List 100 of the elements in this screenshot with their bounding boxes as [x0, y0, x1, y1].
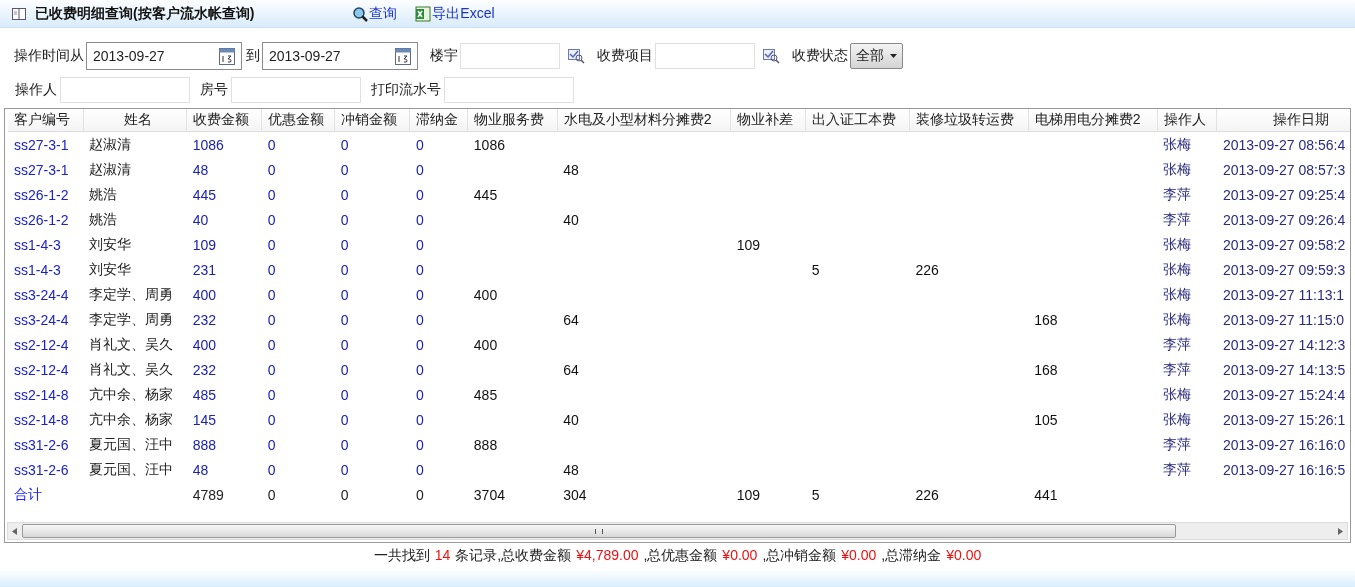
table-cell: 0 — [415, 186, 424, 203]
table-cell: 张梅 — [1163, 410, 1192, 427]
column-header[interactable]: 冲销金额 — [334, 109, 410, 132]
table-cell: 0 — [415, 261, 424, 278]
table-cell: 0 — [415, 236, 424, 253]
table-cell: 2013-09-27 15:26:1 — [1222, 411, 1346, 428]
table-cell: 0 — [267, 286, 276, 303]
table-cell: 张梅 — [1163, 135, 1192, 152]
table-cell: 0 — [340, 286, 349, 303]
customer-id-link[interactable]: ss31-2-6 — [14, 461, 69, 478]
column-header[interactable]: 操作人 — [1157, 109, 1217, 132]
date-field[interactable]: 2013-09-27 — [262, 42, 418, 70]
customer-id-link[interactable]: ss27-3-1 — [14, 136, 69, 153]
input-field[interactable] — [60, 77, 190, 103]
table-cell: 2013-09-27 09:59:3 — [1222, 261, 1346, 278]
customer-id-link[interactable]: ss2-12-4 — [14, 336, 69, 353]
column-header[interactable]: 物业服务费 — [467, 109, 558, 132]
table-cell: 0 — [415, 436, 424, 453]
table-cell: 232 — [192, 311, 216, 328]
input-field[interactable] — [460, 43, 560, 69]
table-cell: 0 — [267, 161, 276, 178]
table-cell: 0 — [267, 361, 276, 378]
customer-id-link[interactable]: ss2-14-8 — [14, 386, 69, 403]
calendar-icon[interactable] — [219, 47, 235, 65]
table-cell: 445 — [473, 186, 498, 203]
customer-id-link[interactable]: ss27-3-1 — [14, 161, 69, 178]
table-cell: 48 — [563, 161, 579, 178]
table-cell: 李定学、周勇 — [89, 285, 174, 302]
column-header[interactable]: 姓名 — [83, 109, 187, 132]
column-header[interactable]: 电梯用电分摊费2 — [1028, 109, 1158, 132]
status-dropdown[interactable]: 全部 — [850, 43, 903, 69]
export-link[interactable]: 导出Excel — [415, 4, 495, 23]
input-field[interactable] — [444, 77, 574, 103]
field-label: 到 — [246, 47, 260, 65]
total-cell: 441 — [1034, 486, 1058, 503]
table-cell: 400 — [473, 336, 498, 353]
column-header[interactable]: 水电及小型材料分摊费2 — [557, 109, 731, 132]
input-field[interactable] — [655, 43, 755, 69]
column-header[interactable]: 滞纳金 — [409, 109, 468, 132]
field-label: 操作人 — [15, 81, 57, 99]
search-link[interactable]: 查询 — [352, 4, 398, 23]
table-cell: 226 — [915, 261, 939, 278]
lookup-icon[interactable] — [568, 48, 585, 64]
table-cell: 168 — [1034, 361, 1058, 378]
table-cell: 888 — [473, 436, 498, 453]
column-header[interactable]: 收费金额 — [186, 109, 262, 132]
column-header[interactable]: 装修垃圾转运费 — [909, 109, 1029, 132]
table-cell: 64 — [563, 361, 579, 378]
customer-id-link[interactable]: ss3-24-4 — [14, 286, 69, 303]
lookup-icon[interactable] — [763, 48, 780, 64]
customer-id-link[interactable]: ss2-12-4 — [14, 361, 69, 378]
table-cell: 0 — [267, 186, 276, 203]
table-cell: 2013-09-27 09:26:4 — [1222, 211, 1346, 228]
horizontal-scrollbar[interactable] — [7, 522, 1348, 540]
table-cell: 48 — [192, 161, 209, 178]
table-cell: 张梅 — [1163, 160, 1192, 177]
table-cell: 2013-09-27 09:25:4 — [1222, 186, 1346, 203]
column-header[interactable]: 客户编号 — [8, 109, 84, 132]
table-cell: 张梅 — [1163, 285, 1192, 302]
table-cell: 400 — [192, 286, 216, 303]
table-cell: 2013-09-27 08:56:4 — [1222, 136, 1346, 153]
table-cell: 0 — [267, 336, 276, 353]
column-header[interactable]: 出入证工本费 — [805, 109, 910, 132]
calendar-icon[interactable] — [395, 47, 411, 65]
column-header[interactable]: 优惠金额 — [261, 109, 335, 132]
table-cell: 0 — [267, 436, 276, 453]
spreadsheet-icon[interactable] — [415, 5, 432, 22]
table-cell: 109 — [192, 236, 216, 253]
table-cell: 64 — [563, 311, 579, 328]
total-cell: 5 — [811, 486, 820, 503]
table-cell: 40 — [563, 211, 579, 228]
customer-id-link[interactable]: ss1-4-3 — [14, 261, 61, 278]
customer-id-link[interactable]: ss2-14-8 — [14, 411, 69, 428]
caret-icon[interactable] — [890, 54, 897, 58]
table-cell: 李萍 — [1163, 210, 1192, 227]
summary-value: ¥0.00 — [722, 547, 758, 565]
scroll-right-icon[interactable] — [1337, 527, 1343, 535]
column-header[interactable]: 物业补差 — [730, 109, 806, 132]
input-field[interactable] — [231, 77, 361, 103]
book-icon — [12, 7, 26, 20]
customer-id-link[interactable]: ss3-24-4 — [14, 311, 69, 328]
customer-id-link[interactable]: ss1-4-3 — [14, 236, 61, 253]
summary-text: 一共找到 — [373, 547, 430, 565]
customer-id-link[interactable]: ss26-1-2 — [14, 211, 69, 228]
customer-id-link[interactable]: ss31-2-6 — [14, 436, 69, 453]
table-cell: 0 — [267, 261, 276, 278]
table-cell: 1086 — [473, 136, 505, 153]
table-cell: 232 — [192, 361, 216, 378]
field-label: 楼宇 — [430, 47, 458, 65]
summary-text: ,总冲销金额 — [762, 547, 837, 565]
field-label: 收费状态 — [792, 47, 848, 65]
total-label: 合计 — [14, 485, 42, 502]
date-field[interactable]: 2013-09-27 — [86, 42, 242, 70]
scroll-left-icon[interactable] — [12, 527, 18, 535]
column-header[interactable]: 操作日期 — [1216, 109, 1350, 132]
table-cell: 0 — [415, 411, 424, 428]
total-cell: 3704 — [473, 486, 505, 503]
customer-id-link[interactable]: ss26-1-2 — [14, 186, 69, 203]
table-cell: 485 — [473, 386, 498, 403]
search-icon[interactable] — [352, 5, 369, 22]
